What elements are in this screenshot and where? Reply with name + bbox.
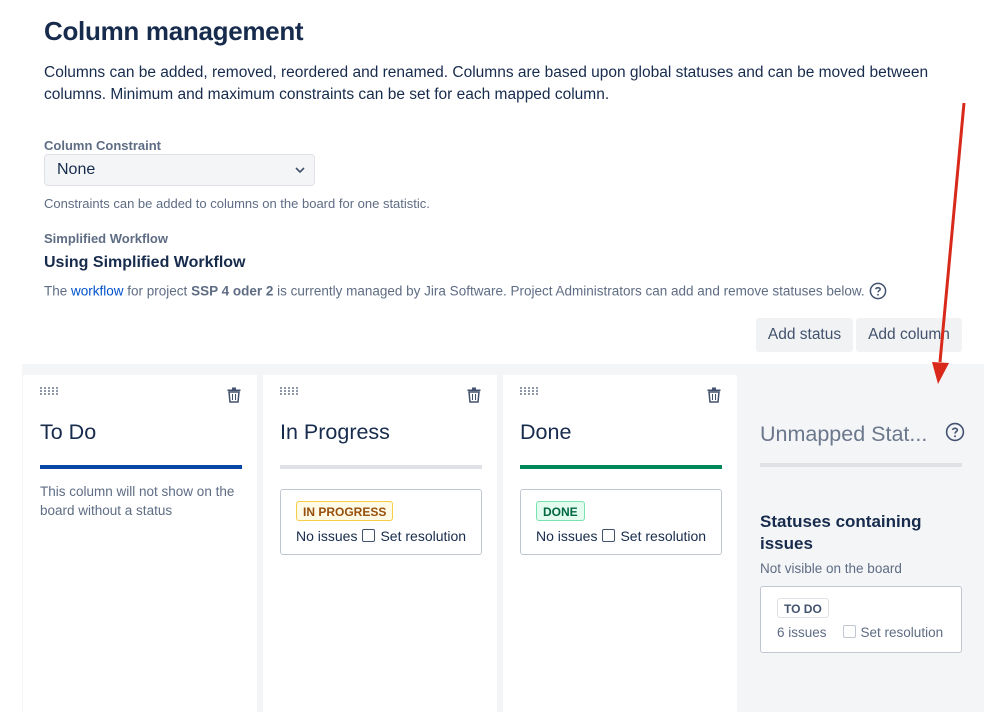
status-card[interactable]: IN PROGRESS No issues Set resolution xyxy=(280,489,482,555)
constraint-helper-text: Constraints can be added to columns on t… xyxy=(44,196,430,211)
drag-handle-icon[interactable] xyxy=(39,386,59,396)
unmapped-statuses-title: Unmapped Stat... xyxy=(760,422,928,446)
trash-icon[interactable] xyxy=(227,387,241,403)
drag-handle-icon[interactable] xyxy=(519,386,539,396)
column-color-bar xyxy=(520,465,722,469)
set-resolution-label: Set resolution xyxy=(860,625,944,640)
set-resolution-label[interactable]: Set resolution xyxy=(380,528,466,544)
add-status-button[interactable]: Add status xyxy=(756,318,853,352)
status-lozenge: DONE xyxy=(536,501,585,521)
column-constraint-select[interactable]: None xyxy=(44,154,315,186)
unmapped-status-card[interactable]: TO DO 6 issues Set resolution xyxy=(760,586,962,653)
column-color-bar xyxy=(40,465,242,469)
status-card-line: No issues Set resolution xyxy=(296,528,466,544)
page-description: Columns can be added, removed, reordered… xyxy=(44,64,929,103)
simplified-workflow-title: Using Simplified Workflow xyxy=(44,254,246,271)
status-lozenge: IN PROGRESS xyxy=(296,501,394,521)
workflow-text-after: is currently managed by Jira Software. P… xyxy=(273,283,865,299)
set-resolution-checkbox[interactable] xyxy=(602,529,616,542)
workflow-text-middle: for project xyxy=(123,283,192,299)
question-circle-icon[interactable] xyxy=(945,422,965,442)
page-title: Column management xyxy=(44,16,304,46)
issue-count: No issues xyxy=(536,528,598,544)
column-done[interactable]: Done DONE No issues Set resolution xyxy=(503,375,737,712)
column-constraint-value: None xyxy=(57,161,96,178)
column-title[interactable]: In Progress xyxy=(280,420,390,445)
chevron-down-icon xyxy=(295,167,305,174)
status-card-line: 6 issues Set resolution xyxy=(777,625,943,640)
workflow-text-before: The xyxy=(44,283,72,299)
column-empty-note: This column will not show on the board w… xyxy=(40,484,235,518)
column-color-bar xyxy=(280,465,482,469)
set-resolution-label[interactable]: Set resolution xyxy=(620,528,706,544)
issue-count: No issues xyxy=(296,528,358,544)
workflow-link[interactable]: workflow xyxy=(71,284,124,299)
trash-icon[interactable] xyxy=(467,387,481,403)
annotation-arrow-icon xyxy=(932,102,966,384)
status-card[interactable]: DONE No issues Set resolution xyxy=(520,489,722,555)
statuses-with-issues-heading: Statuses containing issues xyxy=(760,512,922,553)
column-constraint-label: Column Constraint xyxy=(44,138,161,153)
unmapped-color-bar xyxy=(760,463,962,467)
issue-count: 6 issues xyxy=(777,625,827,640)
set-resolution-checkbox xyxy=(842,625,856,638)
set-resolution-checkbox[interactable] xyxy=(362,529,376,542)
column-title[interactable]: Done xyxy=(520,420,571,445)
column-in-progress[interactable]: In Progress IN PROGRESS No issues Set res… xyxy=(263,375,497,712)
trash-icon[interactable] xyxy=(707,387,721,403)
status-lozenge: TO DO xyxy=(777,598,829,618)
not-visible-note: Not visible on the board xyxy=(760,561,902,576)
drag-handle-icon[interactable] xyxy=(279,386,299,396)
workflow-description: The workflow for project SSP 4 oder 2 is… xyxy=(44,282,887,301)
column-to-do[interactable]: To Do This column will not show on the b… xyxy=(23,375,257,712)
simplified-workflow-label: Simplified Workflow xyxy=(44,231,168,246)
column-title[interactable]: To Do xyxy=(40,420,96,445)
status-card-line: No issues Set resolution xyxy=(536,528,706,544)
question-circle-icon[interactable] xyxy=(869,282,887,300)
project-name: SSP 4 oder 2 xyxy=(191,283,274,299)
